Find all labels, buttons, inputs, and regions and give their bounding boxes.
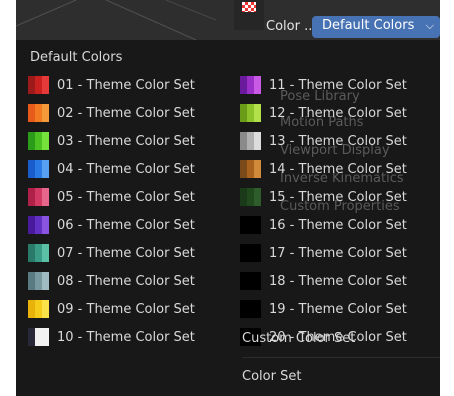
dropdown-value: Default Colors [322, 18, 415, 33]
color-set-label: 01 - Theme Color Set [57, 77, 195, 93]
color-swatch-icon [28, 160, 49, 178]
color-set-label: 08 - Theme Color Set [57, 273, 195, 289]
color-swatch-icon [28, 244, 49, 262]
color-set-label: 09 - Theme Color Set [57, 301, 195, 317]
color-set-label: 17 - Theme Color Set [269, 245, 407, 261]
color-set-item[interactable]: 09 - Theme Color Set [28, 296, 195, 322]
color-set-item[interactable]: 14 - Theme Color Set [240, 156, 407, 182]
color-set-item[interactable]: 18 - Theme Color Set [240, 268, 407, 294]
color-set-item[interactable]: 15 - Theme Color Set [240, 184, 407, 210]
color-swatch-icon [28, 188, 49, 206]
color-set-label: 13 - Theme Color Set [269, 133, 407, 149]
color-swatch-icon [28, 104, 49, 122]
color-set-item[interactable]: 11 - Theme Color Set [240, 72, 407, 98]
checker-icon [242, 2, 256, 12]
menu-divider [242, 357, 440, 358]
color-set-label: 19 - Theme Color Set [269, 301, 407, 317]
color-set-item[interactable]: 06 - Theme Color Set [28, 212, 195, 238]
color-swatch-icon [28, 272, 49, 290]
color-set-item[interactable]: 12 - Theme Color Set [240, 100, 407, 126]
color-set-label: 15 - Theme Color Set [269, 189, 407, 205]
color-swatch-icon [28, 300, 49, 318]
color-palette-label: Color ... [266, 19, 317, 34]
color-set-item[interactable]: 02 - Theme Color Set [28, 100, 195, 126]
color-swatch-icon [28, 76, 49, 94]
color-set-item[interactable]: 07 - Theme Color Set [28, 240, 195, 266]
color-swatch-icon [28, 132, 49, 150]
color-set-item[interactable]: 10 - Theme Color Set [28, 324, 195, 350]
color-set-item[interactable]: 04 - Theme Color Set [28, 156, 195, 182]
color-swatch-icon [240, 244, 261, 262]
color-set-item[interactable]: 19 - Theme Color Set [240, 296, 407, 322]
color-set-label: 05 - Theme Color Set [57, 189, 195, 205]
color-swatch-icon [240, 104, 261, 122]
color-swatch-icon [240, 272, 261, 290]
menu-item-color-set[interactable]: Color Set [242, 369, 301, 384]
chevron-down-icon: ⌵ [425, 19, 434, 32]
color-set-label: 14 - Theme Color Set [269, 161, 407, 177]
color-palette-dropdown[interactable]: Default Colors ⌵ [312, 16, 440, 38]
color-set-item[interactable]: 16 - Theme Color Set [240, 212, 407, 238]
color-set-label: 10 - Theme Color Set [57, 329, 195, 345]
color-set-item[interactable]: 05 - Theme Color Set [28, 184, 195, 210]
color-swatch-icon [240, 300, 261, 318]
color-set-label: 18 - Theme Color Set [269, 273, 407, 289]
color-set-item[interactable]: 01 - Theme Color Set [28, 72, 195, 98]
color-set-label: 06 - Theme Color Set [57, 217, 195, 233]
color-set-menu: Pose Library Motion Paths Viewport Displ… [16, 40, 440, 396]
color-swatch-icon [240, 76, 261, 94]
color-swatch-icon [240, 216, 261, 234]
color-swatch-icon [240, 160, 261, 178]
color-set-label: 16 - Theme Color Set [269, 217, 407, 233]
color-swatch-icon [240, 188, 261, 206]
color-set-label: 02 - Theme Color Set [57, 105, 195, 121]
color-set-item[interactable]: 08 - Theme Color Set [28, 268, 195, 294]
menu-item-default-colors[interactable]: Default Colors [30, 50, 122, 65]
color-set-label: 04 - Theme Color Set [57, 161, 195, 177]
color-set-item[interactable]: 03 - Theme Color Set [28, 128, 195, 154]
color-set-item[interactable]: 13 - Theme Color Set [240, 128, 407, 154]
color-set-label: 12 - Theme Color Set [269, 105, 407, 121]
color-swatch-icon [28, 216, 49, 234]
color-swatch-icon [28, 328, 49, 346]
color-set-label: 03 - Theme Color Set [57, 133, 195, 149]
color-swatch-icon [240, 132, 261, 150]
color-set-item[interactable]: 17 - Theme Color Set [240, 240, 407, 266]
menu-item-custom-color-set[interactable]: Custom Color Set [242, 331, 355, 346]
color-set-label: 07 - Theme Color Set [57, 245, 195, 261]
color-set-label: 11 - Theme Color Set [269, 77, 407, 93]
